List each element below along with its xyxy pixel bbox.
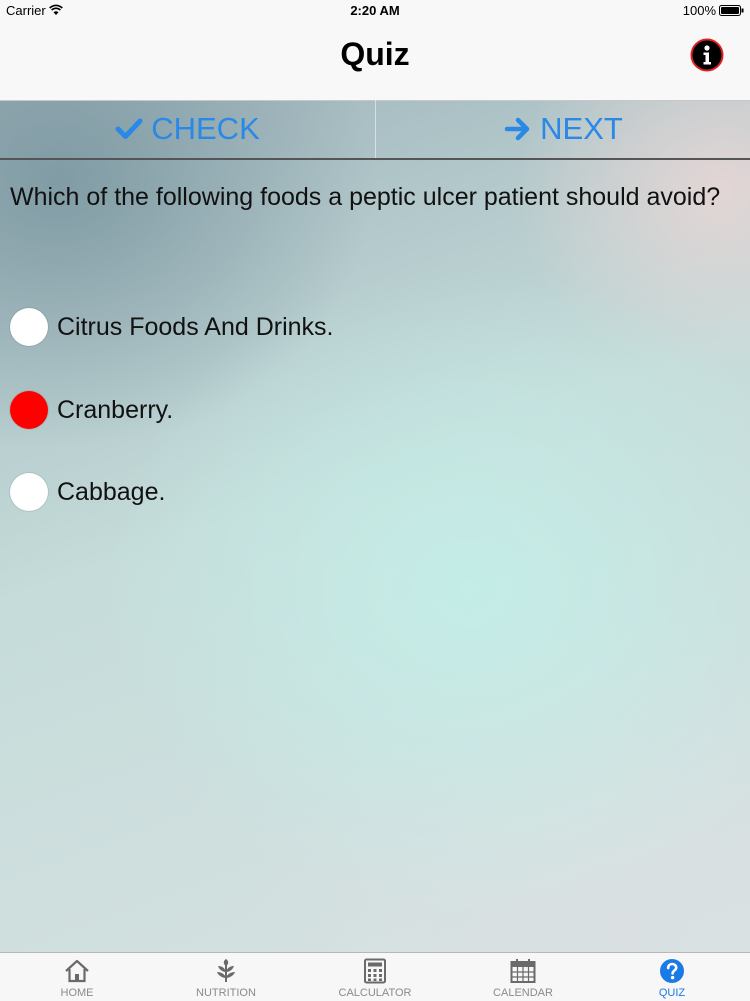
tab-calculator-label: CALCULATOR	[338, 987, 412, 999]
next-button-label: NEXT	[540, 111, 623, 146]
page-title: Quiz	[340, 36, 410, 72]
tab-nutrition[interactable]: NUTRITION	[151, 953, 301, 1001]
answer-option-3[interactable]: Cabbage.	[10, 471, 510, 513]
calculator-icon	[364, 958, 386, 984]
calendar-icon	[510, 959, 536, 983]
status-battery: 100%	[682, 3, 716, 18]
tab-nutrition-label: NUTRITION	[196, 987, 256, 999]
answer-label: Cabbage.	[57, 477, 166, 506]
radio-button-selected[interactable]	[10, 391, 48, 429]
info-icon[interactable]	[690, 38, 724, 72]
leaf-icon	[217, 959, 235, 982]
battery-icon	[719, 5, 744, 16]
check-button[interactable]: CHECK	[0, 100, 375, 158]
tab-calendar[interactable]: CALENDAR	[448, 953, 598, 1001]
tab-quiz-label: QUIZ	[658, 987, 686, 999]
arrow-right-icon	[504, 117, 530, 141]
radio-button[interactable]	[10, 308, 48, 346]
tab-bar: HOME NUTRITION CALCULATOR CALENDAR QUIZ	[0, 952, 750, 1001]
tab-home[interactable]: HOME	[2, 953, 152, 1001]
tab-home-label: HOME	[60, 987, 94, 999]
tab-quiz[interactable]: QUIZ	[597, 953, 747, 1001]
tab-calculator[interactable]: CALCULATOR	[300, 953, 450, 1001]
answer-option-1[interactable]: Citrus Foods And Drinks.	[10, 306, 510, 348]
next-button[interactable]: NEXT	[375, 100, 750, 158]
quiz-question: Which of the following foods a peptic ul…	[10, 183, 721, 211]
status-bar: Carrier 2:20 AM 100%	[0, 0, 750, 22]
answer-label: Cranberry.	[57, 395, 174, 424]
tab-calendar-label: CALENDAR	[493, 987, 553, 999]
navigation-bar: Quiz	[0, 22, 750, 101]
question-icon	[660, 959, 684, 983]
answer-label: Citrus Foods And Drinks.	[57, 312, 334, 341]
answer-option-2[interactable]: Cranberry.	[10, 389, 510, 431]
check-button-label: CHECK	[151, 111, 260, 146]
action-bar: CHECK NEXT	[0, 100, 750, 160]
checkmark-icon	[115, 118, 143, 139]
background	[0, 100, 750, 952]
status-time: 2:20 AM	[350, 3, 400, 18]
home-icon	[65, 959, 89, 983]
radio-button[interactable]	[10, 473, 48, 511]
